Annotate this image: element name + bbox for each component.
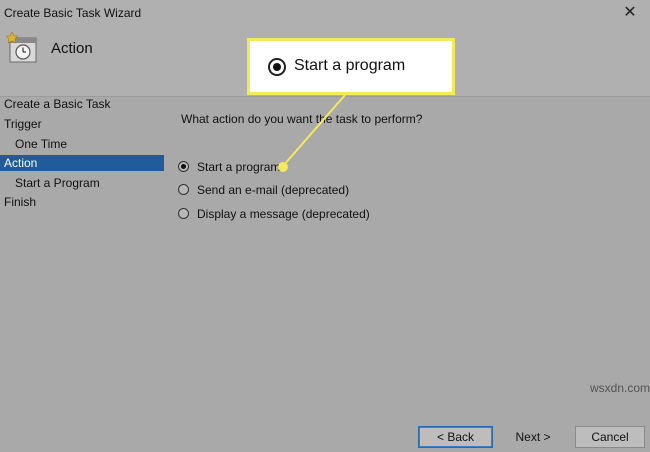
option-label: Start a program [197, 160, 281, 174]
radio-button[interactable] [178, 161, 189, 172]
option-label: Display a message (deprecated) [197, 207, 370, 221]
next-button[interactable]: Next > [503, 426, 563, 448]
title-bar: Create Basic Task Wizard ✕ [0, 0, 650, 26]
cancel-button[interactable]: Cancel [575, 426, 645, 448]
nav-step-finish[interactable]: Finish [0, 194, 164, 210]
radio-selected-icon [268, 58, 286, 76]
nav-step-start-a-program[interactable]: Start a Program [0, 175, 164, 191]
task-clock-icon [5, 31, 37, 63]
nav-step-create-basic-task[interactable]: Create a Basic Task [0, 96, 164, 112]
nav-step-trigger[interactable]: Trigger [0, 116, 164, 132]
nav-step-one-time[interactable]: One Time [0, 136, 164, 152]
option-label: Send an e-mail (deprecated) [197, 183, 350, 197]
wizard-window: Create Basic Task Wizard ✕ Action Create… [0, 0, 650, 452]
callout-anchor-dot [278, 162, 288, 172]
action-question: What action do you want the task to perf… [181, 112, 423, 126]
window-title: Create Basic Task Wizard [4, 6, 142, 20]
page-title: Action [51, 40, 93, 57]
radio-button[interactable] [178, 208, 189, 219]
nav-step-action[interactable]: Action [0, 155, 164, 171]
radio-button[interactable] [178, 184, 189, 195]
watermark: wsxdn.com [590, 381, 650, 395]
back-button[interactable]: < Back [418, 426, 493, 448]
callout-label: Start a program [294, 57, 406, 74]
wizard-steps-nav: Create a Basic Task Trigger One Time Act… [0, 96, 164, 426]
close-button[interactable]: ✕ [620, 3, 640, 23]
zoom-callout: Start a program [247, 38, 455, 95]
